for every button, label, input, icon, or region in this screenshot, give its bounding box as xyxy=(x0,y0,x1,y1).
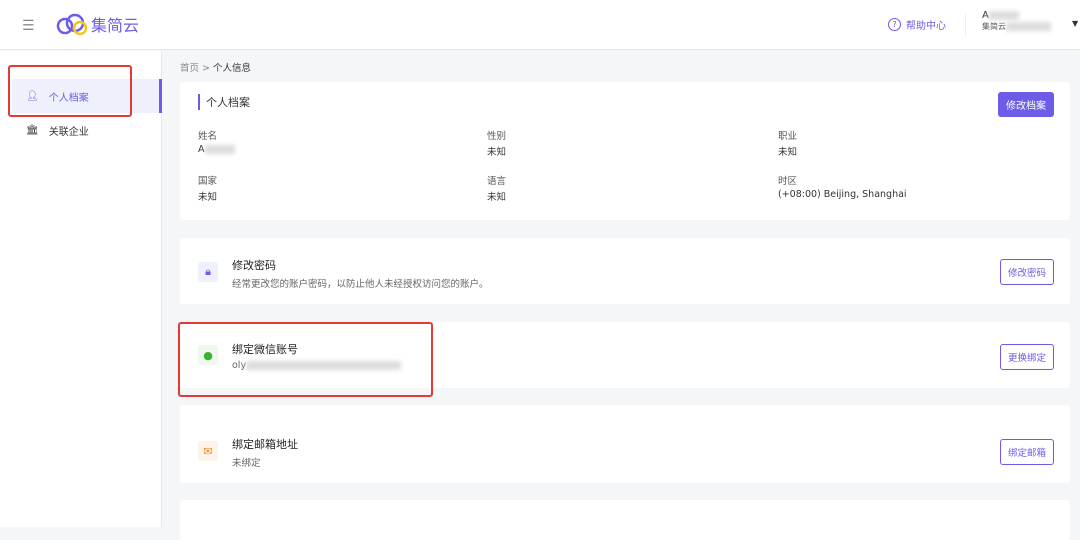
email-status: 未绑定 xyxy=(232,458,261,469)
building-icon: 🏛︎ xyxy=(26,124,39,136)
menu-icon[interactable]: ☰ xyxy=(22,18,35,34)
sidebar: 👤︎ 个人档案 🏛︎ 关联企业 xyxy=(0,51,162,527)
question-icon: ? xyxy=(888,18,901,31)
rebind-wechat-button[interactable]: 更换绑定 xyxy=(999,344,1054,370)
user-name: A xyxy=(982,10,989,21)
field-name: 姓名 A xyxy=(198,128,235,155)
mail-icon: ✉ xyxy=(198,441,218,461)
field-language: 语言 未知 xyxy=(487,176,507,203)
lock-icon: 🔒︎ xyxy=(198,262,218,282)
cloud-logo-icon xyxy=(56,13,88,35)
email-title: 绑定邮箱地址 xyxy=(232,438,298,451)
divider xyxy=(965,14,966,36)
user-org: 集简云 xyxy=(982,22,1006,31)
breadcrumb-home[interactable]: 首页 xyxy=(180,63,199,74)
bind-email-button[interactable]: 绑定邮箱 xyxy=(999,439,1054,465)
breadcrumb-current: 个人信息 xyxy=(213,63,252,74)
user-menu[interactable]: A 集简云 xyxy=(982,10,1051,32)
field-job: 职业 未知 xyxy=(778,131,798,158)
top-header: ☰ 集简云 ? 帮助中心 A 集简云 ▼ xyxy=(0,0,1080,50)
change-password-button[interactable]: 修改密码 xyxy=(999,259,1054,285)
field-country: 国家 未知 xyxy=(198,176,218,203)
help-label: 帮助中心 xyxy=(906,21,946,32)
highlight-box xyxy=(178,322,433,397)
field-timezone: 时区 (+08:00) Beijing, Shanghai xyxy=(778,176,907,200)
redacted xyxy=(1006,22,1051,31)
next-card xyxy=(180,500,1070,540)
sidebar-item-label: 关联企业 xyxy=(48,126,89,138)
card-title: 个人档案 xyxy=(198,94,250,110)
breadcrumb: 首页 > 个人信息 xyxy=(180,63,252,74)
profile-card: 个人档案 修改档案 姓名 A 性别 未知 职业 未知 国家 未知 语言 未知 时区 (+08… xyxy=(180,82,1070,220)
edit-profile-button[interactable]: 修改档案 xyxy=(998,92,1054,117)
logo[interactable]: 集简云 xyxy=(55,12,139,36)
password-card: 🔒︎ 修改密码经常更改您的账户密码，以防止他人未经授权访问您的账户。 修改密码 xyxy=(180,238,1070,304)
field-gender: 性别 未知 xyxy=(487,131,507,158)
logo-text: 集简云 xyxy=(91,16,140,35)
password-desc: 经常更改您的账户密码，以防止他人未经授权访问您的账户。 xyxy=(232,279,489,290)
password-title: 修改密码 xyxy=(232,259,276,272)
email-card: ✉ 绑定邮箱地址 未绑定 绑定邮箱 xyxy=(180,405,1070,483)
redacted xyxy=(988,10,1019,20)
highlight-box xyxy=(8,65,132,117)
sidebar-item-company[interactable]: 🏛︎ 关联企业 xyxy=(12,113,162,147)
chevron-down-icon[interactable]: ▼ xyxy=(1072,19,1078,28)
help-center-link[interactable]: ? 帮助中心 xyxy=(888,17,946,32)
